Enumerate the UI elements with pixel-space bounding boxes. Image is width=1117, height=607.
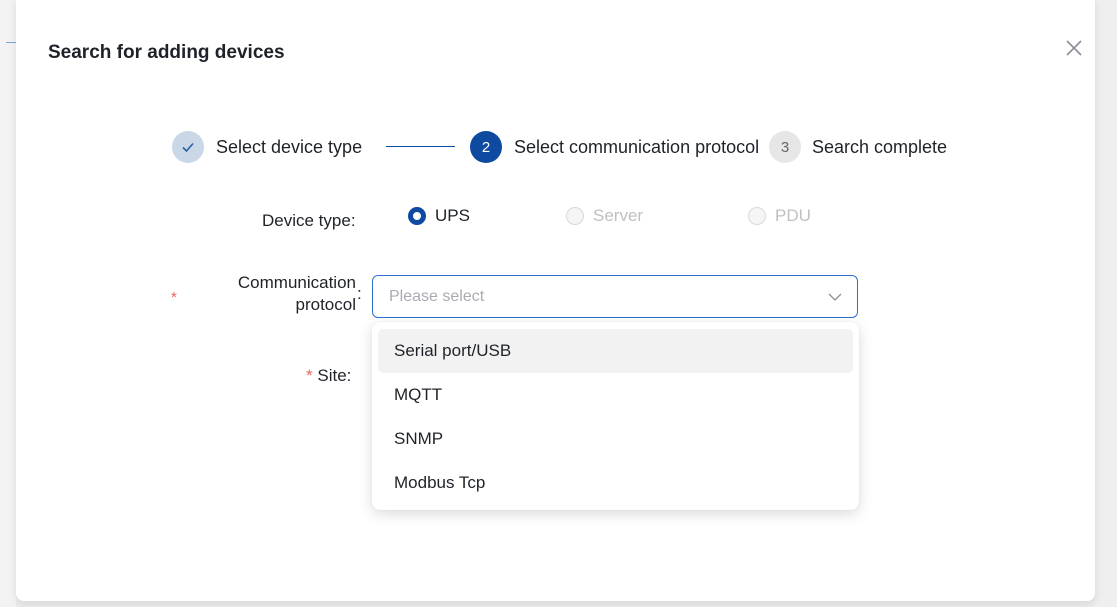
device-type-label: Device type: bbox=[262, 211, 356, 230]
protocol-option-mqtt[interactable]: MQTT bbox=[378, 373, 853, 417]
protocol-dropdown-menu: Serial port/USB MQTT SNMP Modbus Tcp bbox=[372, 322, 859, 510]
protocol-option-label: Serial port/USB bbox=[394, 341, 512, 360]
protocol-required-mark: * bbox=[171, 289, 177, 306]
protocol-option-serial[interactable]: Serial port/USB bbox=[378, 329, 853, 373]
radio-ups-label: UPS bbox=[435, 206, 470, 225]
radio-pdu-label: PDU bbox=[775, 206, 811, 225]
radio-server-label: Server bbox=[593, 206, 644, 225]
radio-ups-indicator bbox=[408, 207, 426, 225]
radio-pdu-indicator bbox=[748, 207, 766, 225]
protocol-select[interactable]: Please select bbox=[372, 275, 858, 318]
radio-server-indicator bbox=[566, 207, 584, 225]
protocol-option-modbus-tcp[interactable]: Modbus Tcp bbox=[378, 461, 853, 505]
protocol-option-label: MQTT bbox=[394, 385, 443, 404]
step-2-indicator: 2 bbox=[470, 131, 502, 163]
dialog-title: Search for adding devices bbox=[48, 42, 285, 63]
protocol-option-snmp[interactable]: SNMP bbox=[378, 417, 853, 461]
site-required-mark: * bbox=[306, 366, 313, 385]
step-2-label: Select communication protocol bbox=[514, 137, 759, 157]
radio-pdu: PDU bbox=[748, 206, 811, 226]
protocol-select-placeholder: Please select bbox=[389, 288, 485, 305]
background-page-edge bbox=[0, 0, 16, 607]
protocol-label-line2: protocol bbox=[295, 295, 356, 314]
step-3-indicator: 3 bbox=[769, 131, 801, 163]
protocol-label-colon: : bbox=[357, 284, 362, 303]
chevron-down-icon bbox=[828, 293, 842, 301]
protocol-option-label: SNMP bbox=[394, 429, 444, 448]
add-device-dialog: Search for adding devices Select device … bbox=[16, 0, 1095, 601]
close-icon[interactable] bbox=[1062, 36, 1086, 60]
step-1-label: Select device type bbox=[216, 137, 363, 157]
step-connector bbox=[386, 146, 455, 147]
radio-server: Server bbox=[566, 206, 643, 226]
step-3-label: Search complete bbox=[812, 137, 948, 157]
radio-ups[interactable]: UPS bbox=[408, 206, 470, 226]
step-1-indicator bbox=[172, 131, 204, 163]
check-icon bbox=[182, 142, 194, 153]
protocol-label-line1: Communication bbox=[237, 273, 356, 292]
background-page-right bbox=[1095, 0, 1117, 607]
protocol-label: Communication protocol bbox=[216, 272, 356, 316]
background-divider bbox=[6, 42, 16, 43]
site-label-text: Site: bbox=[317, 366, 352, 385]
stepper: Select device type 2 Select communicatio… bbox=[172, 131, 972, 165]
site-label: * Site: bbox=[306, 366, 351, 386]
protocol-option-label: Modbus Tcp bbox=[394, 473, 486, 492]
